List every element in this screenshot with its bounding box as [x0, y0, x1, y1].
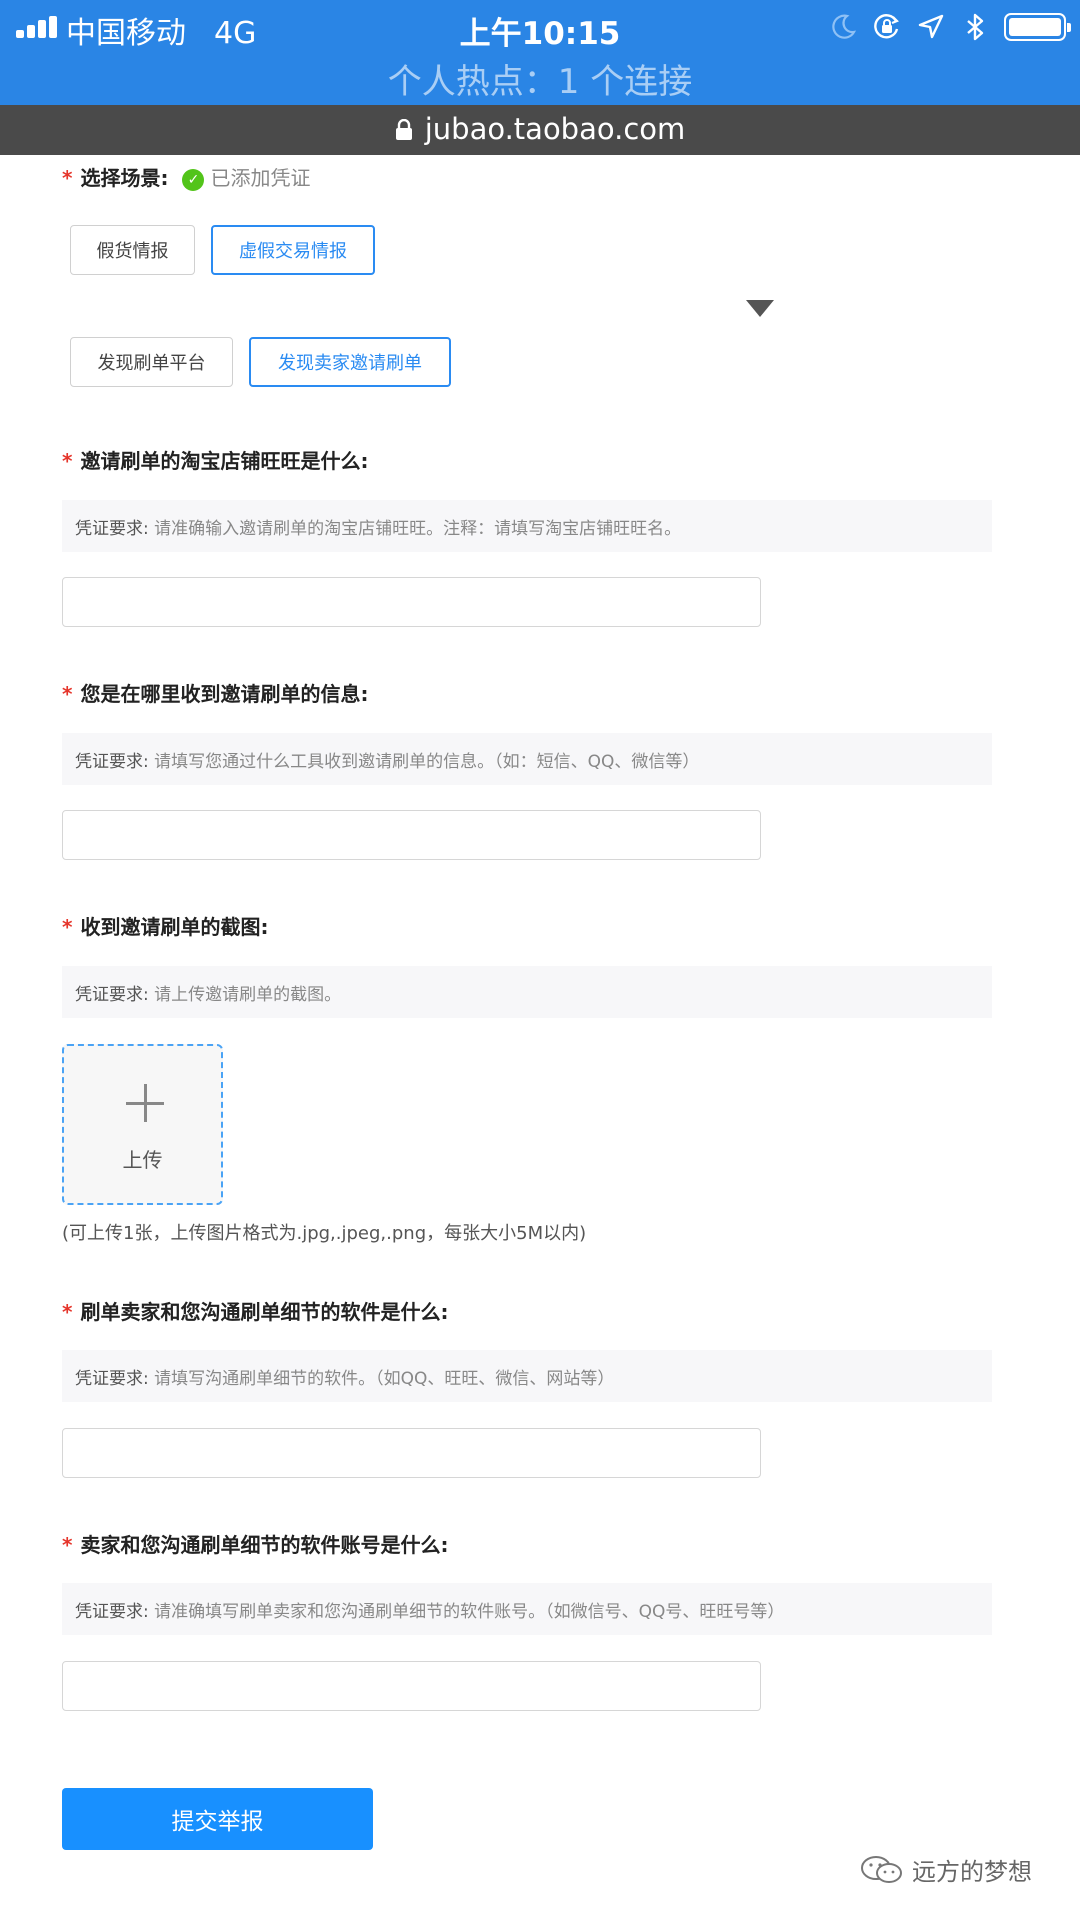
field-hint: 凭证要求: 请准确填写刷单卖家和您沟通刷单细节的软件账号。（如微信号、QQ号、旺…: [62, 1583, 992, 1635]
caret-down-icon: [746, 300, 774, 317]
url-text: jubao.taobao.com: [424, 112, 686, 146]
field-label: * 收到邀请刷单的截图:: [62, 915, 269, 939]
status-bar: 中国移动 4G 上午10:15 个人热点：1 个连接: [0, 0, 1080, 105]
rotation-lock-icon: [874, 14, 899, 39]
chat-account-input[interactable]: [62, 1661, 761, 1711]
upload-button[interactable]: 上传: [62, 1044, 223, 1205]
scene-option-fake-goods[interactable]: 假货情报: [70, 225, 195, 275]
browser-url-bar[interactable]: jubao.taobao.com: [0, 105, 1080, 155]
field-hint: 凭证要求: 请准确输入邀请刷单的淘宝店铺旺旺。注释：请填写淘宝店铺旺旺名。: [62, 500, 992, 552]
scene-option-brush-platform[interactable]: 发现刷单平台: [70, 337, 233, 387]
field-hint: 凭证要求: 请上传邀请刷单的截图。: [62, 966, 992, 1018]
battery-icon: [1004, 13, 1071, 41]
lock-icon: [395, 119, 412, 140]
field-hint: 凭证要求: 请填写您通过什么工具收到邀请刷单的信息。（如：短信、QQ、微信等）: [62, 733, 992, 785]
shop-wangwang-input[interactable]: [62, 577, 761, 627]
invite-source-input[interactable]: [62, 810, 761, 860]
scene-label-row: * 选择场景: ✓ 已添加凭证: [62, 162, 310, 191]
scene-option-fake-trade[interactable]: 虚假交易情报: [211, 225, 375, 275]
upload-note: (可上传1张，上传图片格式为.jpg,.jpeg,.png，每张大小5M以内): [62, 1223, 587, 1244]
field-label: * 刷单卖家和您沟通刷单细节的软件是什么:: [62, 1300, 449, 1324]
moon-icon: [832, 14, 857, 39]
required-mark: *: [62, 166, 73, 190]
location-icon: [918, 14, 944, 39]
field-label: * 卖家和您沟通刷单细节的软件账号是什么:: [62, 1533, 449, 1557]
watermark: 远方的梦想: [860, 1852, 1032, 1887]
upload-label: 上传: [122, 1148, 163, 1172]
watermark-text: 远方的梦想: [912, 1858, 1032, 1886]
hotspot-banner[interactable]: 个人热点：1 个连接: [0, 54, 1080, 103]
field-hint: 凭证要求: 请填写沟通刷单细节的软件。（如QQ、旺旺、微信、网站等）: [62, 1350, 992, 1402]
bluetooth-icon: [967, 13, 984, 41]
submit-report-button[interactable]: 提交举报: [62, 1788, 373, 1850]
scene-label: 选择场景:: [80, 166, 169, 190]
check-circle-icon: ✓: [182, 169, 205, 191]
chat-software-input[interactable]: [62, 1428, 761, 1478]
wechat-icon: [861, 1855, 902, 1883]
scene-option-seller-invite[interactable]: 发现卖家邀请刷单: [249, 337, 451, 387]
field-label: * 您是在哪里收到邀请刷单的信息:: [62, 682, 369, 706]
field-label: * 邀请刷单的淘宝店铺旺旺是什么:: [62, 449, 369, 473]
scene-status-text: 已添加凭证: [210, 166, 311, 190]
